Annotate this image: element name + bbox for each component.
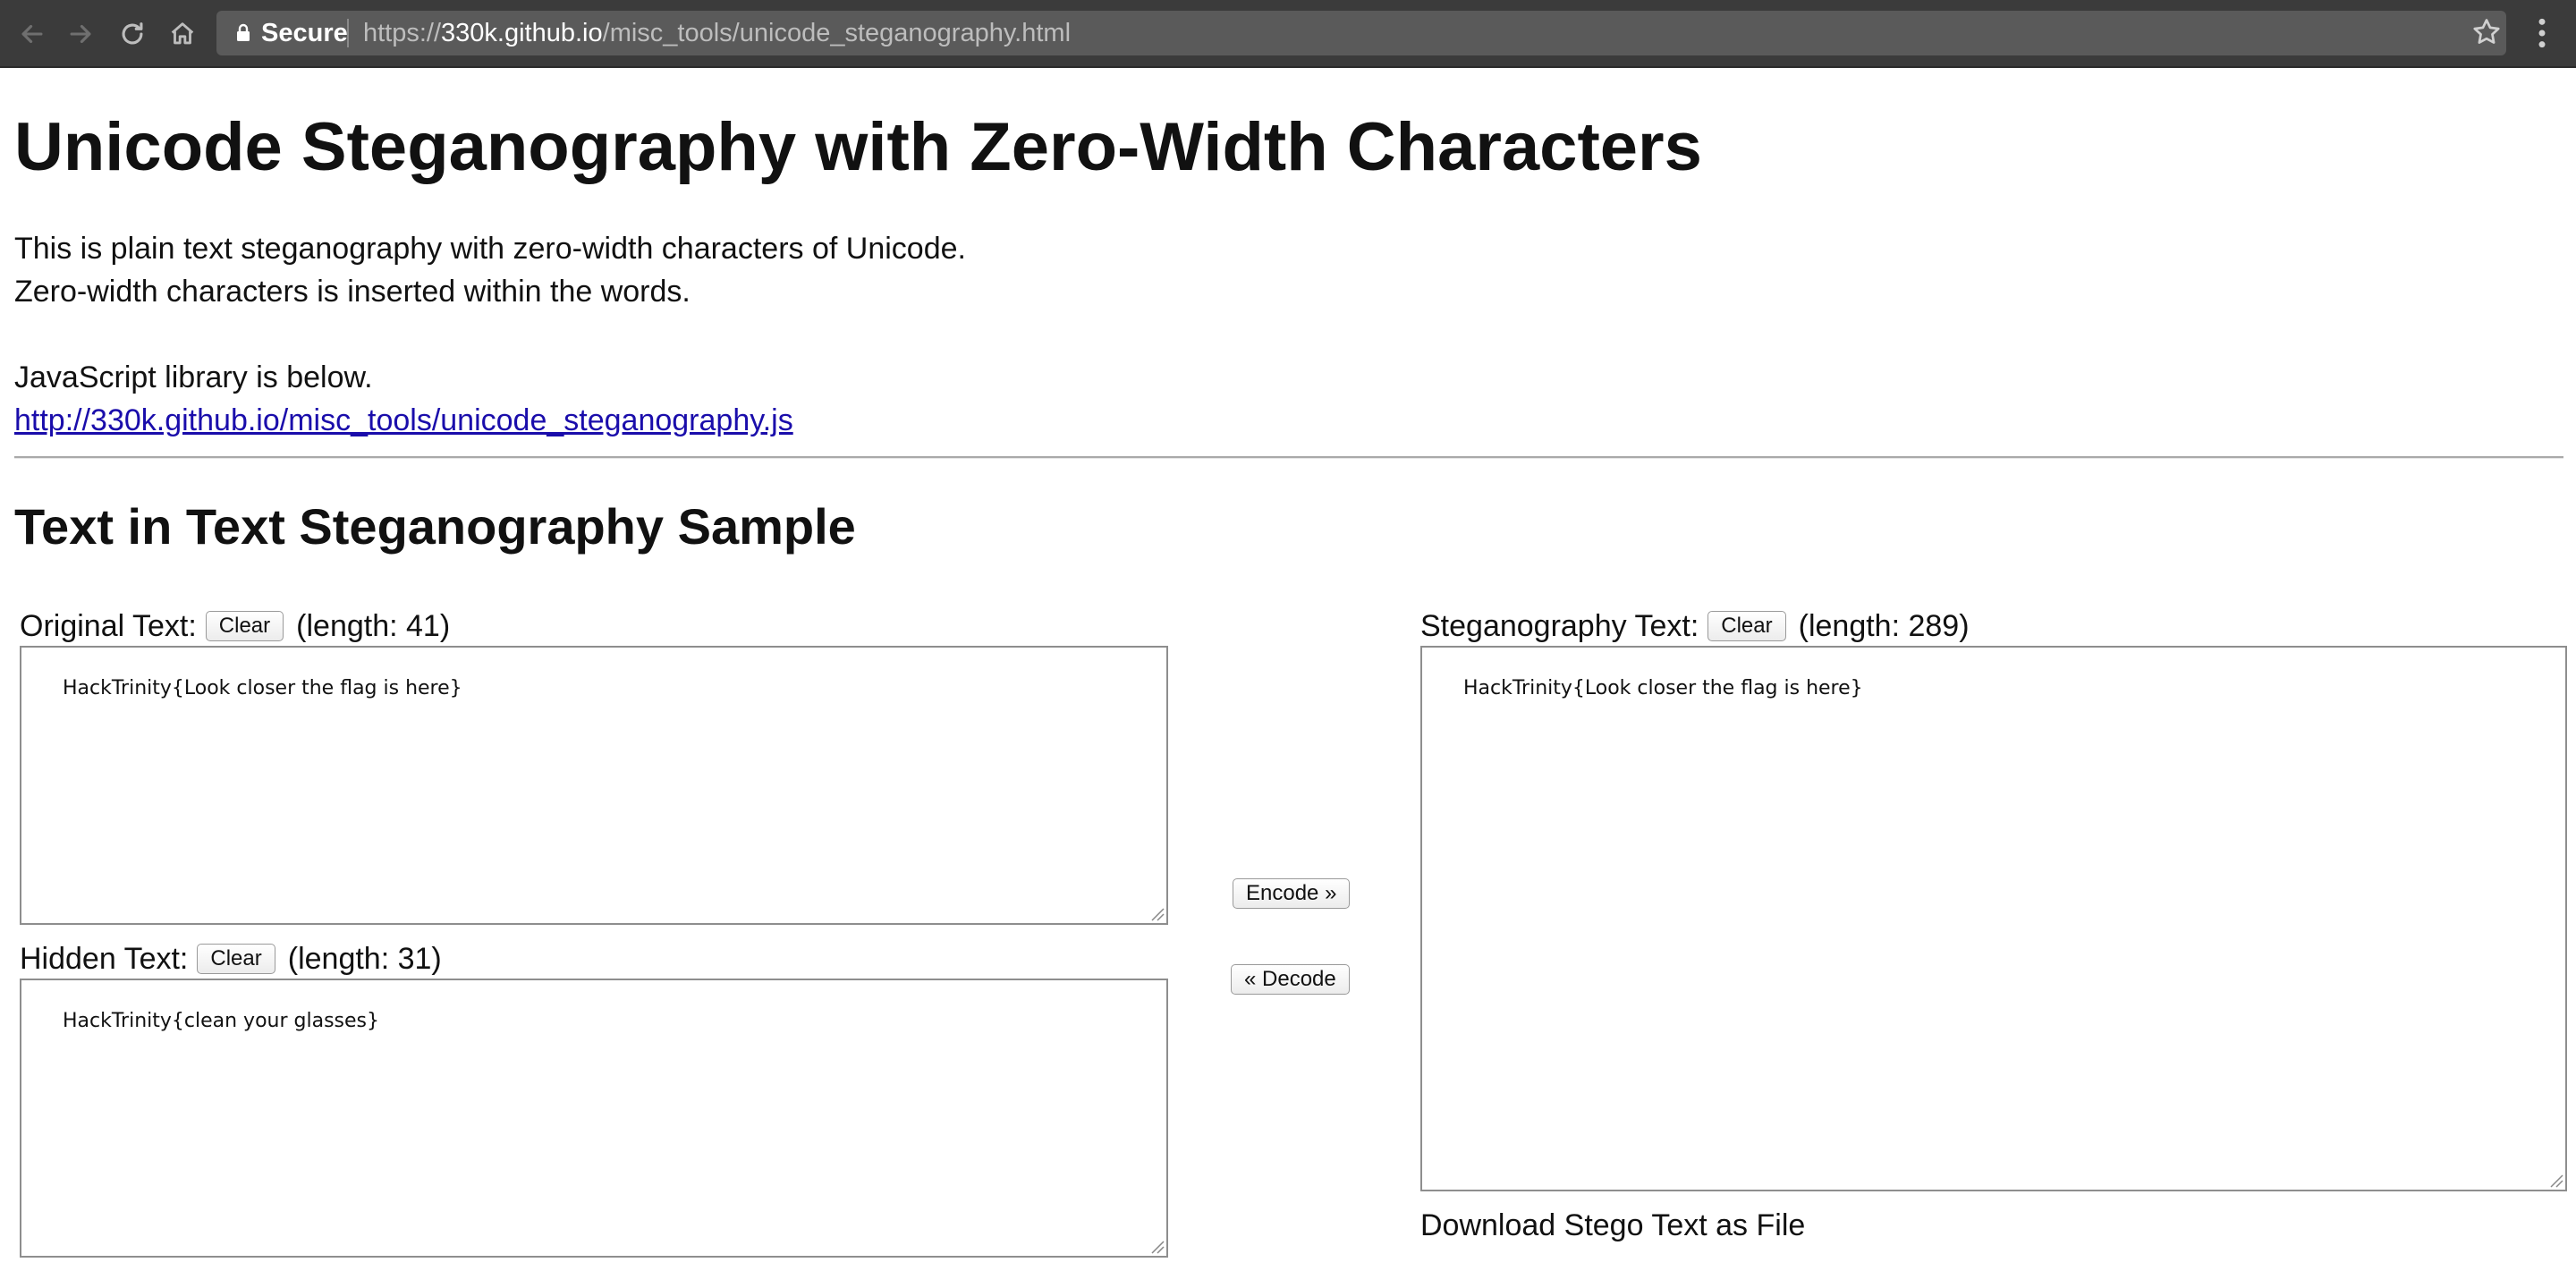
url-host: 330k.github.io — [441, 19, 603, 47]
url-text[interactable]: https://330k.github.io/misc_tools/unicod… — [363, 18, 1071, 48]
hidden-text-area[interactable]: HackTrinity{clean your glasses} — [20, 979, 1168, 1258]
resize-grip-icon[interactable] — [1148, 1238, 1165, 1254]
url-path: /misc_tools/unicode_steganography.html — [602, 19, 1072, 47]
browser-window: Secure https://330k.github.io/misc_tools… — [0, 0, 2576, 1288]
bookmark-star-icon[interactable] — [2470, 16, 2503, 48]
hidden-clear-button[interactable]: Clear — [197, 944, 275, 974]
home-icon[interactable] — [165, 16, 200, 52]
library-link[interactable]: http://330k.github.io/misc_tools/unicode… — [14, 403, 793, 437]
stego-text-label: Steganography Text: — [1420, 609, 1699, 643]
reload-icon[interactable] — [114, 16, 150, 52]
stego-clear-button[interactable]: Clear — [1707, 611, 1786, 641]
section-title: Text in Text Steganography Sample — [14, 498, 856, 555]
secure-label: Secure — [261, 19, 348, 47]
browser-toolbar: Secure https://330k.github.io/misc_tools… — [0, 0, 2576, 68]
back-arrow-icon[interactable] — [14, 16, 50, 52]
intro-line-2: Zero-width characters is inserted within… — [14, 275, 691, 309]
hidden-text-label: Hidden Text: — [20, 942, 189, 976]
original-text-area[interactable]: HackTrinity{Look closer the flag is here… — [20, 646, 1168, 925]
stego-length: (length: 289) — [1798, 609, 1970, 643]
forward-arrow-icon[interactable] — [63, 16, 98, 52]
lock-icon — [237, 23, 250, 41]
original-clear-button[interactable]: Clear — [205, 611, 284, 641]
address-bar[interactable]: Secure https://330k.github.io/misc_tools… — [216, 11, 2506, 55]
resize-grip-icon[interactable] — [1148, 905, 1165, 921]
download-stego-link[interactable]: Download Stego Text as File — [1420, 1206, 1805, 1245]
url-scheme: https:// — [363, 19, 442, 47]
stego-text-area[interactable]: HackTrinity{Look closer the flag is here… — [1420, 646, 2567, 1191]
hidden-text-value: HackTrinity{clean your glasses} — [62, 1010, 379, 1032]
encode-button[interactable]: Encode » — [1233, 878, 1351, 909]
browser-menu-icon[interactable] — [2533, 16, 2551, 50]
original-text-label: Original Text: — [20, 609, 197, 643]
decode-button[interactable]: « Decode — [1231, 964, 1350, 995]
intro-text: This is plain text steganography with ze… — [14, 227, 966, 442]
stego-text-header: Steganography Text: Clear (length: 289) — [1420, 606, 1970, 646]
url-separator — [347, 19, 349, 47]
intro-line-1: This is plain text steganography with ze… — [14, 232, 966, 266]
original-text-header: Original Text: Clear (length: 41) — [20, 606, 450, 646]
stego-text-value: HackTrinity{Look closer the flag is here… — [1462, 677, 1863, 699]
resize-grip-icon[interactable] — [2547, 1172, 2563, 1188]
library-note: JavaScript library is below. — [14, 360, 373, 394]
hidden-text-header: Hidden Text: Clear (length: 31) — [20, 939, 442, 979]
hidden-length: (length: 31) — [287, 942, 442, 976]
page-title: Unicode Steganography with Zero-Width Ch… — [14, 109, 1702, 185]
original-length: (length: 41) — [296, 609, 451, 643]
section-divider — [14, 456, 2563, 459]
original-text-value: HackTrinity{Look closer the flag is here… — [62, 677, 462, 699]
